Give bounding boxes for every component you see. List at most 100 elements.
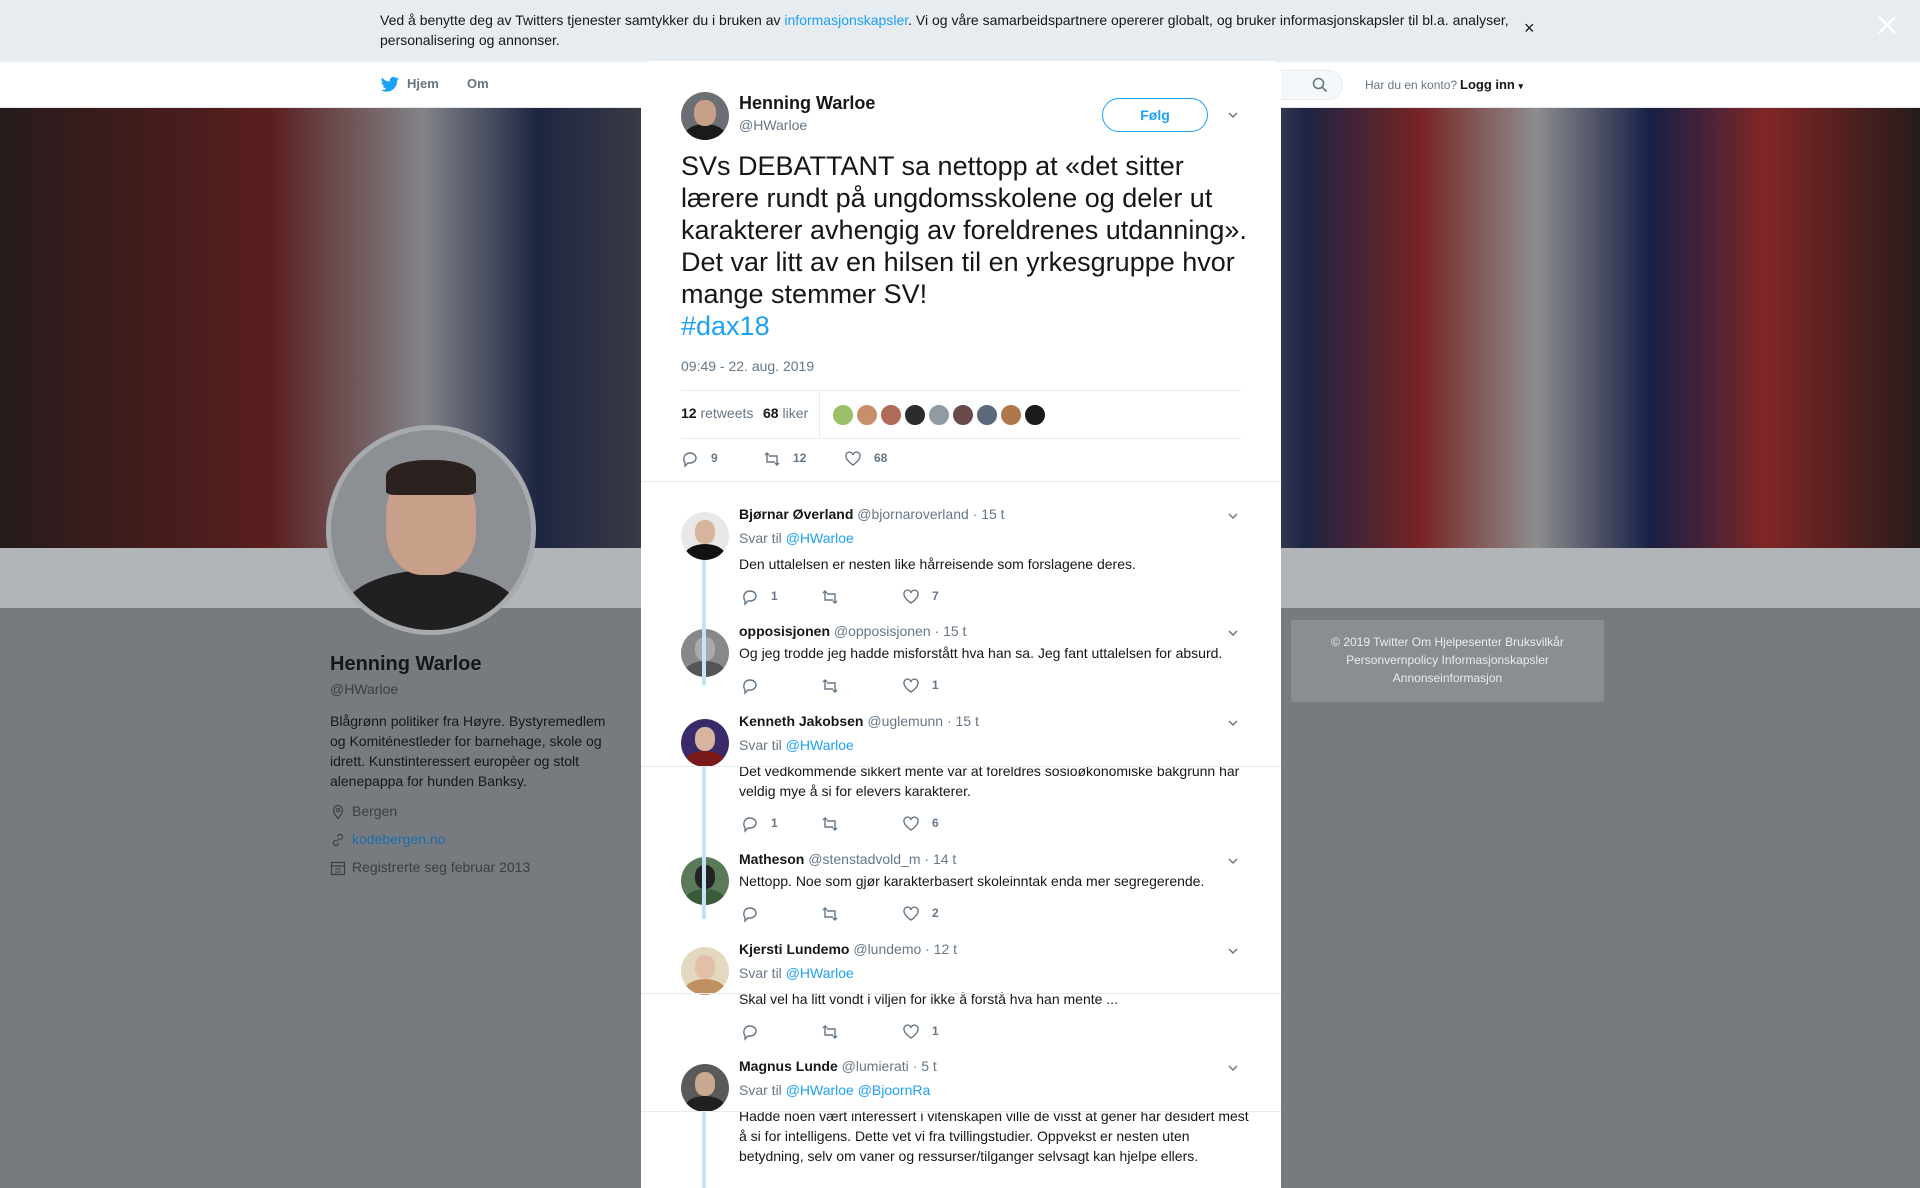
reply-text: Den uttalelsen er nesten like hårreisend… bbox=[739, 556, 1136, 572]
chevron-down-icon[interactable] bbox=[1227, 1062, 1239, 1074]
liker-avatar[interactable] bbox=[855, 403, 879, 427]
reply-time[interactable]: · 14 t bbox=[924, 851, 956, 867]
reply-to-mentions[interactable]: @HWarloe bbox=[786, 737, 854, 753]
liker-avatar[interactable] bbox=[879, 403, 903, 427]
reply-count: 9 bbox=[711, 451, 718, 465]
reply-author-name[interactable]: Bjørnar Øverland bbox=[739, 506, 853, 522]
footer-line-1[interactable]: © 2019 Twitter Om Hjelpesenter Bruksvilk… bbox=[1291, 633, 1604, 651]
reply-icon bbox=[743, 590, 757, 606]
retweet-stat-label: retweets bbox=[700, 405, 754, 421]
reply-header: Magnus Lunde @lumierati · 5 t bbox=[739, 1058, 937, 1074]
liker-avatar[interactable] bbox=[999, 403, 1023, 427]
liker-avatar[interactable] bbox=[975, 403, 999, 427]
retweet-stat[interactable]: 12 retweets bbox=[681, 405, 753, 421]
footer-line-2[interactable]: Personvernpolicy Informasjonskapsler bbox=[1291, 651, 1604, 669]
reply-icon bbox=[743, 817, 757, 833]
reply-text: Det vedkommende sikkert mente var at for… bbox=[739, 763, 1240, 799]
reply-author-name[interactable]: opposisjonen bbox=[739, 623, 830, 639]
cookie-link[interactable]: informasjonskapsler bbox=[784, 12, 908, 28]
reply-time[interactable]: · 15 t bbox=[973, 506, 1005, 522]
reply-avatar[interactable] bbox=[681, 1064, 729, 1112]
tweet-timestamp[interactable]: 09:49 - 22. aug. 2019 bbox=[681, 358, 814, 374]
tweet-body: SVs DEBATTANT sa nettopp at «det sitter … bbox=[681, 151, 1247, 309]
like-stat-count: 68 bbox=[763, 405, 779, 421]
website-link[interactable]: kodebergen.no bbox=[352, 831, 445, 847]
reply-author-handle[interactable]: @stenstadvold_m bbox=[808, 851, 920, 867]
tweet-modal: Henning Warloe @HWarloe Følg SVs DEBATTA… bbox=[641, 61, 1281, 1188]
reply-to-mentions[interactable]: @HWarloe @BjoornRa bbox=[786, 1082, 931, 1098]
reply-avatar[interactable] bbox=[681, 947, 729, 995]
cookie-close-button[interactable]: × bbox=[1524, 18, 1535, 39]
reply-time[interactable]: · 15 t bbox=[935, 623, 967, 639]
reply-to-label: Svar til bbox=[739, 737, 782, 753]
reply-author-name[interactable]: Magnus Lunde bbox=[739, 1058, 838, 1074]
tweet-author-avatar[interactable] bbox=[681, 92, 729, 140]
chevron-down-icon[interactable] bbox=[1227, 627, 1239, 639]
liker-avatar[interactable] bbox=[1023, 403, 1047, 427]
chevron-down-icon[interactable] bbox=[1227, 717, 1239, 729]
reply-to-mentions[interactable]: @HWarloe bbox=[786, 965, 854, 981]
chevron-down-icon[interactable] bbox=[1227, 510, 1239, 522]
reply-author-name[interactable]: Kjersti Lundemo bbox=[739, 941, 849, 957]
profile-bio: Blågrønn politiker fra Høyre. Bystyremed… bbox=[330, 713, 606, 789]
reply-icon bbox=[743, 907, 757, 923]
profile-name[interactable]: Henning Warloe bbox=[330, 653, 481, 676]
reply-to-line: Svar til @HWarloe bbox=[739, 965, 854, 981]
reply-author-handle[interactable]: @uglemunn bbox=[867, 713, 943, 729]
calendar-icon bbox=[330, 861, 346, 876]
follow-button[interactable]: Følg bbox=[1102, 98, 1208, 132]
chevron-down-icon[interactable] bbox=[1227, 109, 1239, 121]
login-link[interactable]: Logg inn ▾ bbox=[1460, 77, 1523, 92]
reply-header: Matheson @stenstadvold_m · 14 t bbox=[739, 851, 956, 867]
reply-author-handle[interactable]: @bjornaroverland bbox=[857, 506, 969, 522]
joined-label: Registrerte seg februar 2013 bbox=[352, 859, 531, 875]
location-label: Bergen bbox=[352, 803, 398, 819]
profile-handle: @HWarloe bbox=[330, 681, 399, 697]
close-icon[interactable] bbox=[1876, 14, 1898, 36]
hashtag-link[interactable]: #dax18 bbox=[681, 310, 1251, 342]
retweet-icon bbox=[822, 679, 838, 693]
reply-text: Skal vel ha litt vondt i viljen for ikke… bbox=[739, 991, 1118, 1007]
liker-avatar[interactable] bbox=[927, 403, 951, 427]
reply-author-handle[interactable]: @lundemo bbox=[853, 941, 921, 957]
liker-avatar[interactable] bbox=[903, 403, 927, 427]
reply-to-line: Svar til @HWarloe @BjoornRa bbox=[739, 1082, 930, 1098]
retweet-icon bbox=[822, 590, 838, 604]
nav-home[interactable]: Hjem bbox=[407, 76, 439, 91]
reply-time[interactable]: · 5 t bbox=[913, 1058, 937, 1074]
like-count: 68 bbox=[874, 451, 888, 465]
reply-avatar[interactable] bbox=[681, 512, 729, 560]
tweet-text: SVs DEBATTANT sa nettopp at «det sitter … bbox=[681, 150, 1251, 342]
heart-icon bbox=[903, 816, 919, 831]
chevron-down-icon[interactable] bbox=[1227, 945, 1239, 957]
reply-avatar[interactable] bbox=[681, 719, 729, 767]
nav-about[interactable]: Om bbox=[467, 76, 489, 91]
footer-links: © 2019 Twitter Om Hjelpesenter Bruksvilk… bbox=[1291, 620, 1604, 702]
tweet-author-handle[interactable]: @HWarloe bbox=[739, 117, 807, 133]
reply-time[interactable]: · 15 t bbox=[947, 713, 979, 729]
reply-author-name[interactable]: Matheson bbox=[739, 851, 804, 867]
reply-author-name[interactable]: Kenneth Jakobsen bbox=[739, 713, 863, 729]
reply-icon bbox=[683, 452, 697, 468]
twitter-bird-icon[interactable] bbox=[380, 76, 400, 94]
profile-avatar[interactable] bbox=[326, 425, 536, 635]
liker-avatar[interactable] bbox=[831, 403, 855, 427]
like-stat[interactable]: 68 liker bbox=[763, 405, 808, 421]
footer-line-3[interactable]: Annonseinformasjon bbox=[1291, 669, 1604, 687]
chevron-down-icon[interactable] bbox=[1227, 855, 1239, 867]
reply-author-handle[interactable]: @opposisjonen bbox=[834, 623, 931, 639]
reply-author-handle[interactable]: @lumierati bbox=[842, 1058, 909, 1074]
search-icon[interactable] bbox=[1312, 77, 1328, 93]
liker-avatar[interactable] bbox=[951, 403, 975, 427]
reply-icon bbox=[743, 1025, 757, 1041]
like-stat-label: liker bbox=[782, 405, 809, 421]
reply-to-line: Svar til @HWarloe bbox=[739, 737, 854, 753]
like-count: 2 bbox=[932, 906, 939, 920]
retweet-stat-count: 12 bbox=[681, 405, 697, 421]
link-icon bbox=[332, 833, 344, 847]
reply-text: Hadde noen vært interessert i vitenskape… bbox=[739, 1108, 1249, 1164]
reply-to-mentions[interactable]: @HWarloe bbox=[786, 530, 854, 546]
tweet-author-name[interactable]: Henning Warloe bbox=[739, 93, 875, 114]
reply-time[interactable]: · 12 t bbox=[925, 941, 957, 957]
have-account-label: Har du en konto? bbox=[1365, 78, 1458, 92]
